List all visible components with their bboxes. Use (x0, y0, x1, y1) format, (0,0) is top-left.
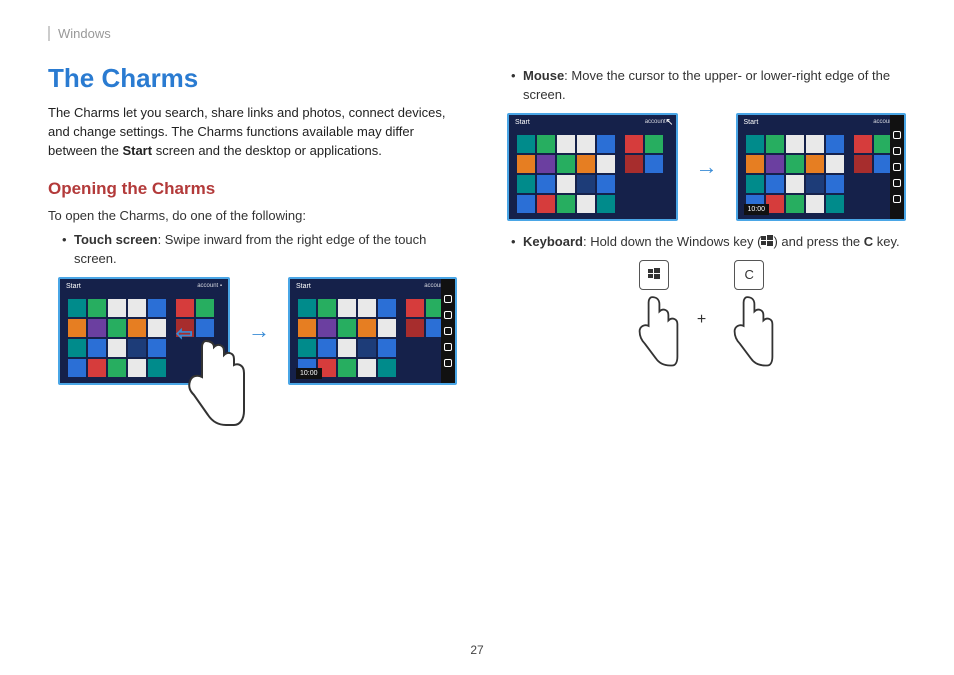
bullet-keyboard: • Keyboard: Hold down the Windows key ()… (497, 233, 906, 252)
charm-start-icon (444, 327, 452, 335)
keypress-windows (627, 260, 681, 381)
section-title: The Charms (48, 63, 457, 94)
chapter-header: Windows (48, 26, 906, 41)
plus-icon: + (697, 311, 706, 329)
hand-press-icon (722, 292, 776, 381)
time-overlay: 10:00 (744, 204, 770, 215)
tile-grid-right (406, 299, 444, 337)
content-columns: The Charms The Charms let you search, sh… (48, 63, 906, 655)
keypress-c: C (722, 260, 776, 381)
left-column: The Charms The Charms let you search, sh… (48, 63, 457, 655)
bullet-dot: • (511, 67, 523, 105)
windows-logo-icon (648, 267, 660, 282)
start-screen-before: Start account ▪ ↖ (507, 113, 678, 221)
bullet-dot: • (62, 231, 74, 269)
mouse-illustration: Start account ▪ ↖ → (507, 113, 906, 221)
intro-paragraph: The Charms let you search, share links a… (48, 104, 457, 161)
keyboard-text-b: ) and press the (773, 234, 863, 249)
start-account: account ▪ (197, 283, 222, 289)
tile-grid (68, 299, 166, 377)
windows-key (639, 260, 669, 290)
charm-share-icon (444, 311, 452, 319)
charm-devices-icon (893, 179, 901, 187)
hand-swipe-icon (168, 333, 248, 448)
right-column: • Mouse: Move the cursor to the upper- o… (497, 63, 906, 655)
keyboard-illustration: + C (497, 260, 906, 381)
charm-search-icon (444, 295, 452, 303)
touch-illustration: Start account ▪ ⇦ (58, 277, 457, 385)
mouse-label: Mouse (523, 68, 564, 83)
bullet-mouse-content: Mouse: Move the cursor to the upper- or … (523, 67, 906, 105)
start-screen-after: Start account ▪ (288, 277, 457, 385)
charms-bar (441, 279, 455, 383)
touch-label: Touch screen (74, 232, 158, 247)
intro-bold: Start (122, 143, 152, 158)
bullet-mouse: • Mouse: Move the cursor to the upper- o… (497, 67, 906, 105)
transition-arrow-icon: → (248, 318, 270, 344)
intro-text-b: screen and the desktop or applications. (152, 143, 382, 158)
c-key: C (734, 260, 764, 290)
manual-page: Windows The Charms The Charms let you se… (0, 0, 954, 675)
tile-grid (517, 135, 615, 213)
tile-grid (298, 299, 396, 377)
start-label: Start (296, 283, 311, 290)
open-charms-text: To open the Charms, do one of the follow… (48, 207, 457, 226)
page-number: 27 (0, 643, 954, 657)
cursor-icon: ↖ (665, 117, 673, 128)
bullet-dot: • (511, 233, 523, 252)
windows-logo-icon (761, 234, 773, 249)
charm-search-icon (893, 131, 901, 139)
keyboard-key-name: C (864, 234, 873, 249)
charm-settings-icon (893, 195, 901, 203)
start-screen-after: Start account ▪ (736, 113, 907, 221)
charm-settings-icon (444, 359, 452, 367)
hand-press-icon (627, 292, 681, 381)
charm-share-icon (893, 147, 901, 155)
transition-arrow-icon: → (696, 154, 718, 180)
subsection-title: Opening the Charms (48, 179, 457, 199)
keyboard-label: Keyboard (523, 234, 583, 249)
tile-grid (746, 135, 844, 213)
start-label: Start (515, 119, 530, 126)
start-label: Start (66, 283, 81, 290)
charms-bar (890, 115, 904, 219)
mouse-text: : Move the cursor to the upper- or lower… (523, 68, 890, 102)
start-label: Start (744, 119, 759, 126)
bullet-keyboard-content: Keyboard: Hold down the Windows key ( ) a… (523, 233, 900, 252)
charm-start-icon (893, 163, 901, 171)
tile-grid-right (625, 135, 663, 173)
keyboard-text-a: : Hold down the Windows key ( (583, 234, 761, 249)
bullet-touch: • Touch screen: Swipe inward from the ri… (48, 231, 457, 269)
time-overlay: 10:00 (296, 368, 322, 379)
keyboard-text-c: key. (873, 234, 900, 249)
tile-grid-right (854, 135, 892, 173)
charm-devices-icon (444, 343, 452, 351)
bullet-touch-content: Touch screen: Swipe inward from the righ… (74, 231, 457, 269)
